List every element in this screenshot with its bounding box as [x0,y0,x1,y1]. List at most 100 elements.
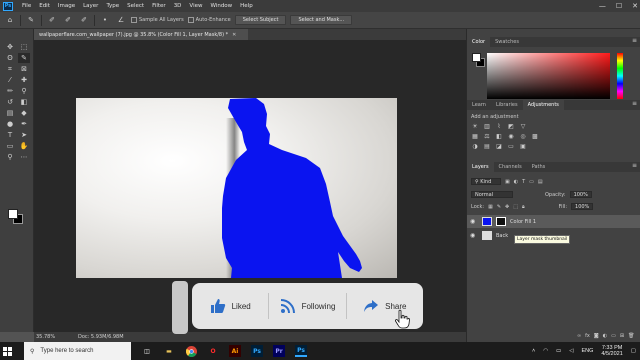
type-filter-icon[interactable]: T [522,179,525,185]
stamp-tool-icon[interactable]: ⚲ [18,86,30,96]
quick-selection-tool-icon[interactable]: ✎ [25,15,37,26]
background-layer-thumbnail[interactable] [482,231,492,240]
adjustment-filter-icon[interactable]: ◐ [514,179,518,185]
new-layer-icon[interactable]: ⊞ [620,333,624,339]
tab-learn[interactable]: Learn [467,100,491,110]
subtract-selection-icon[interactable]: ✐ [78,15,90,26]
lock-artboard-icon[interactable]: ⬚ [513,204,518,210]
history-brush-icon[interactable]: ↺ [4,97,16,107]
menu-image[interactable]: Image [54,3,79,9]
clock[interactable]: 7:33 PM 4/5/2021 [601,345,622,357]
gradient-tool-icon[interactable]: ▤ [4,108,16,118]
panel-menu-icon[interactable]: ≡ [632,162,637,169]
new-group-icon[interactable]: ▭ [611,333,616,339]
panel-menu-icon[interactable]: ≡ [632,100,637,107]
curves-icon[interactable]: ⌇ [495,123,503,130]
sample-all-layers-checkbox[interactable]: Sample All Layers [131,17,184,23]
show-hidden-icons-icon[interactable]: ˄ [532,348,535,354]
eraser-tool-icon[interactable]: ◧ [18,97,30,107]
foreground-color-chip[interactable] [472,53,481,62]
kind-filter-select[interactable]: ⚲ Kind [471,178,501,185]
language-indicator[interactable]: ENG [581,348,593,354]
zoom-tool-icon[interactable]: ⚲ [4,152,16,162]
task-view-icon[interactable]: ◫ [141,345,153,357]
document-size[interactable]: Doc: 5.93M/6.98M [78,334,124,340]
pixel-filter-icon[interactable]: ▣ [505,179,510,185]
network-icon[interactable]: ◠ [543,348,548,354]
liked-button[interactable]: Liked [192,283,268,329]
blend-mode-select[interactable]: Normal [471,191,513,198]
tab-libraries[interactable]: Libraries [491,100,523,110]
minimize-button[interactable]: — [599,2,606,10]
crop-tool-icon[interactable]: ⌗ [4,64,16,74]
quick-selection-icon[interactable]: ✎ [18,53,30,63]
tab-paths[interactable]: Paths [527,162,551,172]
following-button[interactable]: Following [269,283,345,329]
frame-tool-icon[interactable]: ⊠ [18,64,30,74]
new-selection-icon[interactable]: ✐ [46,15,58,26]
document-image[interactable] [76,98,397,278]
tab-channels[interactable]: Channels [494,162,527,172]
menu-3d[interactable]: 3D [170,3,186,9]
menu-select[interactable]: Select [123,3,148,9]
hand-tool-icon[interactable]: ✋ [18,141,30,151]
battery-icon[interactable]: ▭ [556,348,561,354]
color-fill-thumbnail[interactable] [482,217,492,226]
photo-filter-icon[interactable]: ◉ [507,133,515,140]
select-and-mask-button[interactable]: Select and Mask... [290,15,353,25]
menu-filter[interactable]: Filter [148,3,170,9]
close-icon[interactable]: ✕ [232,32,236,38]
fill-input[interactable]: 100% [571,203,594,210]
illustrator-icon[interactable]: Ai [229,345,241,357]
volume-icon[interactable]: ◁ [569,348,573,354]
layer-style-icon[interactable]: fx [585,333,590,339]
exposure-icon[interactable]: ◩ [507,123,515,130]
new-adjustment-icon[interactable]: ◐ [603,333,607,339]
threshold-icon[interactable]: ◪ [495,143,503,150]
brush-size-icon[interactable]: • [99,15,111,26]
lasso-tool-icon[interactable]: ʘ [4,53,16,63]
add-mask-icon[interactable]: ◙ [594,333,599,339]
pen-tool-icon[interactable]: ✒ [18,119,30,129]
photoshop-active-icon[interactable]: Ps [295,345,307,357]
auto-enhance-checkbox[interactable]: Auto-Enhance [187,17,231,23]
home-icon[interactable]: ⌂ [4,15,16,26]
layer-name[interactable]: Back [496,233,508,239]
menu-type[interactable]: Type [102,3,123,9]
taskbar-search-box[interactable]: ⚲ Type here to search [24,342,131,360]
layer-row-color-fill[interactable]: ◉ Color Fill 1 [467,215,640,228]
add-to-selection-icon[interactable]: ✐ [62,15,74,26]
marquee-tool-icon[interactable]: ⬚ [18,42,30,52]
hue-slider[interactable] [617,53,623,99]
brush-tool-icon[interactable]: ✏ [4,86,16,96]
file-explorer-icon[interactable]: ▬ [163,345,175,357]
channel-mixer-icon[interactable]: ◎ [519,133,527,140]
hue-saturation-icon[interactable]: ▦ [471,133,479,140]
delete-layer-icon[interactable]: 🗑︎ [628,333,634,339]
zoom-level[interactable]: 35.78% [36,334,55,340]
close-button[interactable]: ✕ [632,2,638,10]
blur-tool-icon[interactable]: ◆ [18,108,30,118]
menu-view[interactable]: View [185,3,206,9]
opera-icon[interactable]: O [207,345,219,357]
foreground-color-swatch[interactable] [8,209,18,219]
layer-name[interactable]: Color Fill 1 [510,219,536,225]
dodge-tool-icon[interactable]: ● [4,119,16,129]
vibrance-icon[interactable]: ▽ [519,123,527,130]
visibility-eye-icon[interactable]: ◉ [470,218,478,225]
move-tool-icon[interactable]: ✥ [4,42,16,52]
lock-image-icon[interactable]: ✎ [497,204,501,210]
select-subject-button[interactable]: Select Subject [234,15,287,25]
healing-tool-icon[interactable]: ✚ [18,75,30,85]
color-picker-field[interactable] [487,53,610,99]
color-balance-icon[interactable]: ⚖ [483,133,491,140]
lock-position-icon[interactable]: ✥ [505,204,509,210]
layer-mask-thumbnail[interactable] [496,217,506,226]
invert-icon[interactable]: ◑ [471,143,479,150]
menu-edit[interactable]: Edit [35,3,54,9]
start-button[interactable] [0,342,14,360]
path-selection-icon[interactable]: ➤ [18,130,30,140]
chrome-icon[interactable] [185,345,197,357]
angle-icon[interactable]: ∠ [115,15,127,26]
shape-tool-icon[interactable]: ▭ [4,141,16,151]
